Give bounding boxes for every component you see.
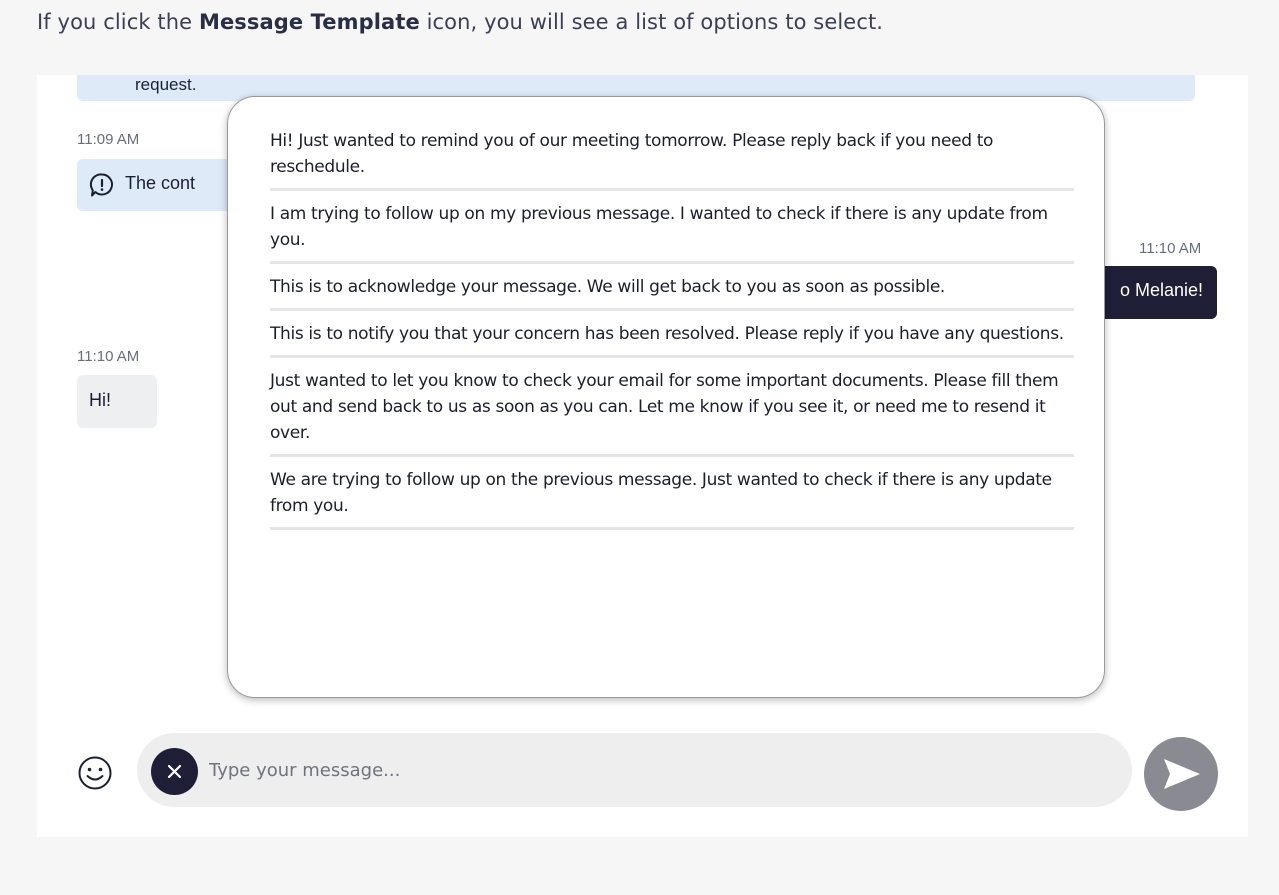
message-text: Hi! xyxy=(89,390,111,410)
message-input[interactable] xyxy=(209,751,1089,789)
message-text: request. xyxy=(135,75,197,94)
send-icon xyxy=(1164,759,1200,789)
message-timestamp: 11:09 AM xyxy=(77,131,140,148)
instruction-caption: If you click the Message Template icon, … xyxy=(37,10,883,34)
smiley-icon[interactable] xyxy=(77,755,113,791)
message-text: The cont xyxy=(125,173,196,193)
template-option[interactable]: We are trying to follow up on the previo… xyxy=(270,467,1074,530)
message-bubble-incoming: Hi! xyxy=(77,375,157,428)
info-icon xyxy=(89,173,114,197)
page: If you click the Message Template icon, … xyxy=(0,0,1279,895)
message-text: o Melanie! xyxy=(1119,280,1203,300)
caption-bold: Message Template xyxy=(198,10,420,34)
caption-prefix: If you click the xyxy=(37,10,199,34)
message-composer xyxy=(37,730,1248,811)
message-template-popup: Hi! Just wanted to remind you of our mee… xyxy=(227,96,1105,698)
template-option[interactable]: I am trying to follow up on my previous … xyxy=(270,201,1074,264)
template-option[interactable]: Just wanted to let you know to check you… xyxy=(270,368,1074,457)
template-option[interactable]: This is to acknowledge your message. We … xyxy=(270,274,1074,311)
message-timestamp: 11:10 AM xyxy=(77,348,140,365)
message-timestamp: 11:10 AM xyxy=(1139,240,1202,257)
message-input-container xyxy=(137,733,1132,807)
template-option[interactable]: This is to notify you that your concern … xyxy=(270,321,1074,358)
send-button[interactable] xyxy=(1144,737,1218,811)
close-icon xyxy=(167,764,182,779)
template-option[interactable]: Hi! Just wanted to remind you of our mee… xyxy=(270,128,1074,191)
caption-suffix: icon, you will see a list of options to … xyxy=(419,10,884,34)
close-template-button[interactable] xyxy=(151,748,198,795)
